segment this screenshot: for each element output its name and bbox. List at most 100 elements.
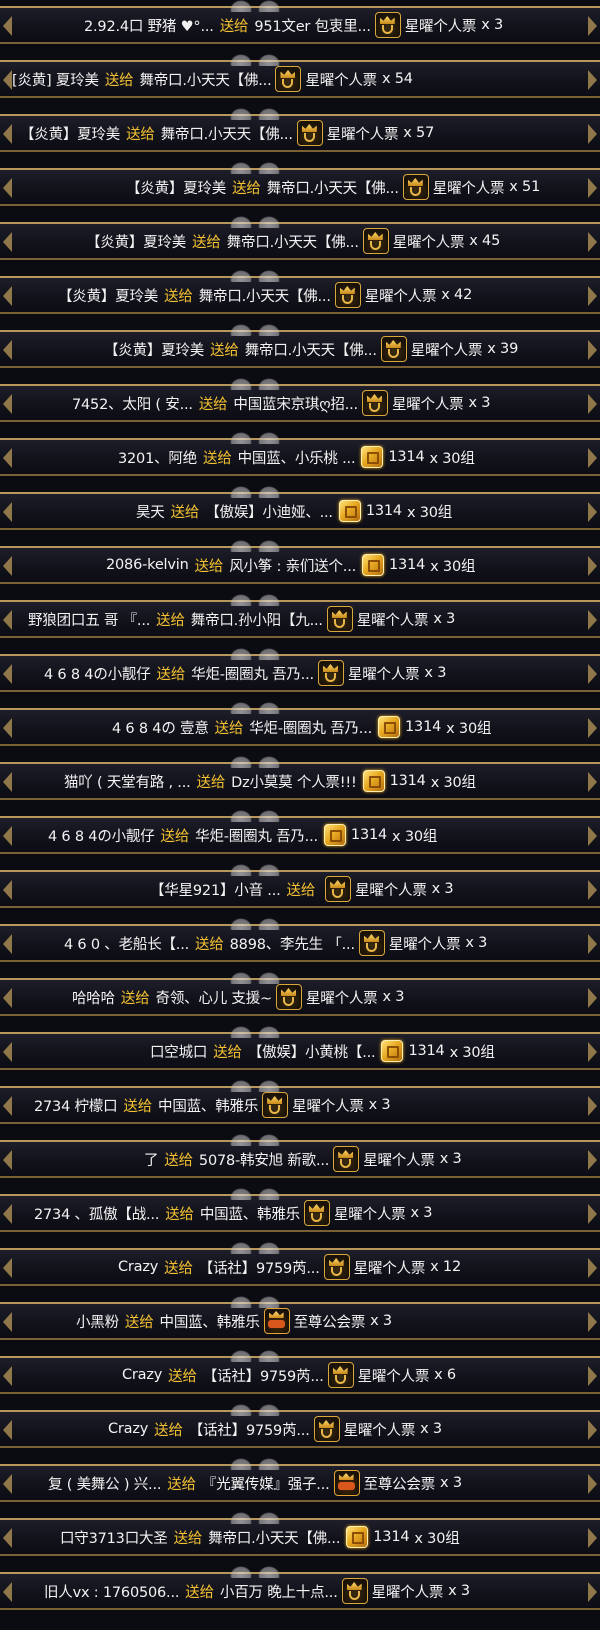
crown-icon <box>325 876 352 902</box>
gift-verb: 送给 <box>170 504 200 521</box>
sender-name: 7452、太阳 ( 安... <box>72 396 193 413</box>
gift-name: 星曜个人票 <box>404 18 477 35</box>
gift-name: 星曜个人票 <box>347 666 420 683</box>
crown-icon <box>275 66 302 92</box>
crown-icon <box>380 336 407 362</box>
receiver-name: 中国蓝宋京琪ღ招... <box>233 396 358 413</box>
gift-name: 星曜个人票 <box>432 180 505 197</box>
gift-verb: 送给 <box>164 288 193 305</box>
sender-name: [炎黄] 夏玲美 <box>12 72 99 89</box>
gift-verb: 送给 <box>195 936 224 953</box>
receiver-name: 舞帝口.孙小阳【九... <box>190 612 323 629</box>
sender-name: 【炎黄】夏玲美 <box>20 126 121 143</box>
gift-message-row: 野狼团口五 哥 『... 送给 舞帝口.孙小阳【九... 星曜个人票 x 3 <box>0 594 600 638</box>
gift-quantity: x 12 <box>430 1259 461 1275</box>
gift-message-row: 了送给 5078-韩安旭 新歌... 星曜个人票 x 3 <box>0 1134 600 1178</box>
gift-name: 星曜个人票 <box>355 882 427 899</box>
receiver-name: 【话社】9759芮... <box>202 1368 324 1385</box>
crown-icon <box>323 1254 350 1280</box>
receiver-name: 舞帝口.小天天【佛... <box>226 234 359 251</box>
sender-name: 【华星921】小音 ... <box>150 882 281 899</box>
crown-icon <box>334 282 361 308</box>
receiver-name: 舞帝口.小天天【佛... <box>266 180 399 197</box>
gift-message-row: 4 6 0 、老船长【... 送给 8898、李先生 「... 星曜个人票 x 3 <box>0 918 600 962</box>
sender-name: 2.92.4口 野猪 ♥°... <box>84 18 214 35</box>
sender-name: Crazy <box>108 1421 149 1437</box>
gift-message-row: 哈哈哈 送给 奇领、心儿 支援~ 星曜个人票 x 3 <box>0 972 600 1016</box>
receiver-name: 【傲娱】小迪娅、... <box>205 504 333 521</box>
receiver-name: 【傲娱】小黄桃【... <box>247 1044 376 1061</box>
gift-message-row: [炎黄] 夏玲美 送给 舞帝口.小天天【佛... 星曜个人票 x 54 <box>0 54 600 98</box>
gift-message-row: 【炎黄】夏玲美 送给 舞帝口.小天天【佛... 星曜个人票 x 51 <box>0 162 600 206</box>
gift-verb: 送给 <box>214 720 244 737</box>
gold-gift-icon <box>338 500 361 522</box>
gift-name: 星曜个人票 <box>333 1206 406 1223</box>
sender-name: 复 ( 美舞公 ) 兴... <box>48 1476 162 1493</box>
receiver-name: 『光翼传媒』强子... <box>201 1476 330 1493</box>
gift-quantity: x 45 <box>469 233 501 249</box>
sender-name: 猫吖 ( 天堂有路 , ... <box>64 774 191 791</box>
gift-message-row: 【炎黄】夏玲美 送给 舞帝口.小天天【佛... 星曜个人票 x 39 <box>0 324 600 368</box>
gift-name: 至尊公会票 <box>293 1314 366 1331</box>
sender-name: 昊天 <box>136 504 165 521</box>
receiver-name: 风小筝 : 亲们送个... <box>229 558 357 575</box>
gift-name: 星曜个人票 <box>305 72 377 89</box>
gift-quantity: x 30组 <box>392 828 438 845</box>
sender-name: 【炎黄】夏玲美 <box>86 234 187 251</box>
receiver-name: 华炬-圈圈丸 吾乃... <box>191 666 314 683</box>
sender-name: 3201、阿绝 <box>118 450 198 467</box>
gift-quantity: x 3 <box>468 395 491 411</box>
gift-quantity: x 3 <box>433 611 456 627</box>
gift-verb: 送给 <box>156 666 186 683</box>
receiver-name: 951文er 包衷里... <box>254 18 371 35</box>
gift-quantity: x 3 <box>465 935 488 951</box>
crown-icon <box>358 930 385 956</box>
gift-quantity: x 3 <box>440 1475 462 1491</box>
gift-verb: 送给 <box>213 1044 242 1061</box>
gift-name: 星曜个人票 <box>410 342 483 359</box>
gift-quantity: x 30组 <box>406 504 453 521</box>
sender-name: 4 6 8 4の小靓仔 <box>48 828 155 845</box>
gift-message-row: 【炎黄】夏玲美 送给 舞帝口.小天天【佛... 星曜个人票 x 57 <box>0 108 600 152</box>
sender-name: 了 <box>144 1152 159 1169</box>
gift-message-row: Crazy 送给 【话社】9759芮... 星曜个人票 x 3 <box>0 1404 600 1448</box>
gift-verb: 送给 <box>154 1422 183 1439</box>
sender-name: 【炎黄】夏玲美 <box>58 288 159 305</box>
gift-quantity: x 3 <box>420 1421 442 1437</box>
crown-icon <box>341 1578 368 1604</box>
gift-quantity: x 3 <box>424 665 447 681</box>
sender-name: 2734 柠檬口 <box>34 1098 118 1115</box>
gift-name: 星曜个人票 <box>353 1260 426 1277</box>
gold-gift-icon <box>381 1040 404 1062</box>
gift-name: 1314 <box>373 1529 410 1545</box>
crown-icon <box>327 1362 354 1388</box>
gift-message-row: 2734 柠檬口 送给 中国蓝、韩雅乐 星曜个人票 x 3 <box>0 1080 600 1124</box>
gift-verb: 送给 <box>164 1260 193 1277</box>
gift-verb: 送给 <box>203 450 232 467</box>
gift-verb: 送给 <box>219 18 249 35</box>
receiver-name: Dz小莫莫 个人票!!! <box>231 774 357 791</box>
receiver-name: 【话社】9759芮... <box>188 1422 310 1439</box>
gift-quantity: x 30组 <box>449 1044 495 1061</box>
gold-gift-icon <box>323 824 346 846</box>
sender-name: 2734 、孤傲【战... <box>34 1206 160 1223</box>
crown-icon <box>296 120 323 146</box>
crown-icon <box>333 1146 360 1172</box>
gift-message-row: 【华星921】小音 ... 送给 星曜个人票 x 3 <box>0 864 600 908</box>
gold-gift-icon <box>378 716 401 738</box>
gift-name: 星曜个人票 <box>356 612 429 629</box>
gift-name: 星曜个人票 <box>357 1368 430 1385</box>
sender-name: 4 6 8 4の 壹意 <box>112 720 209 737</box>
gift-verb: 送给 <box>123 1098 153 1115</box>
sender-name: 小黑粉 <box>76 1314 119 1331</box>
sender-name: 4 6 8 4の小靓仔 <box>44 666 151 683</box>
gift-verb: 送给 <box>168 1368 197 1385</box>
gift-verb: 送给 <box>165 1206 194 1223</box>
gift-quantity: x 30组 <box>446 720 492 737</box>
gift-quantity: x 3 <box>370 1313 392 1329</box>
guild-crown-icon <box>263 1308 290 1334</box>
gift-quantity: x 3 <box>481 17 504 33</box>
gift-name: 星曜个人票 <box>305 990 378 1007</box>
gift-name: 星曜个人票 <box>364 288 437 305</box>
gift-message-row: 4 6 8 4の小靓仔 送给 华炬-圈圈丸 吾乃... 1314 x 30组 <box>0 810 600 854</box>
